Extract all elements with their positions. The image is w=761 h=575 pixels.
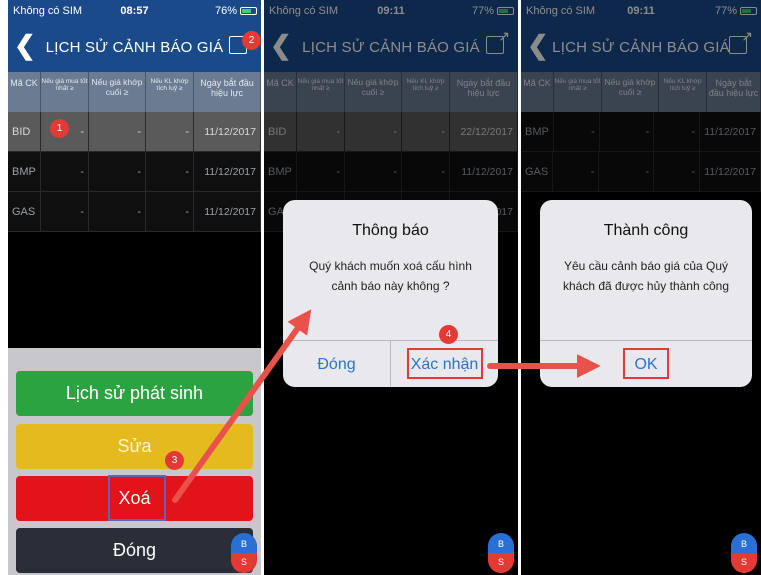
step-arrows [172, 309, 601, 503]
arrow-to-confirm-dialog [172, 309, 312, 503]
